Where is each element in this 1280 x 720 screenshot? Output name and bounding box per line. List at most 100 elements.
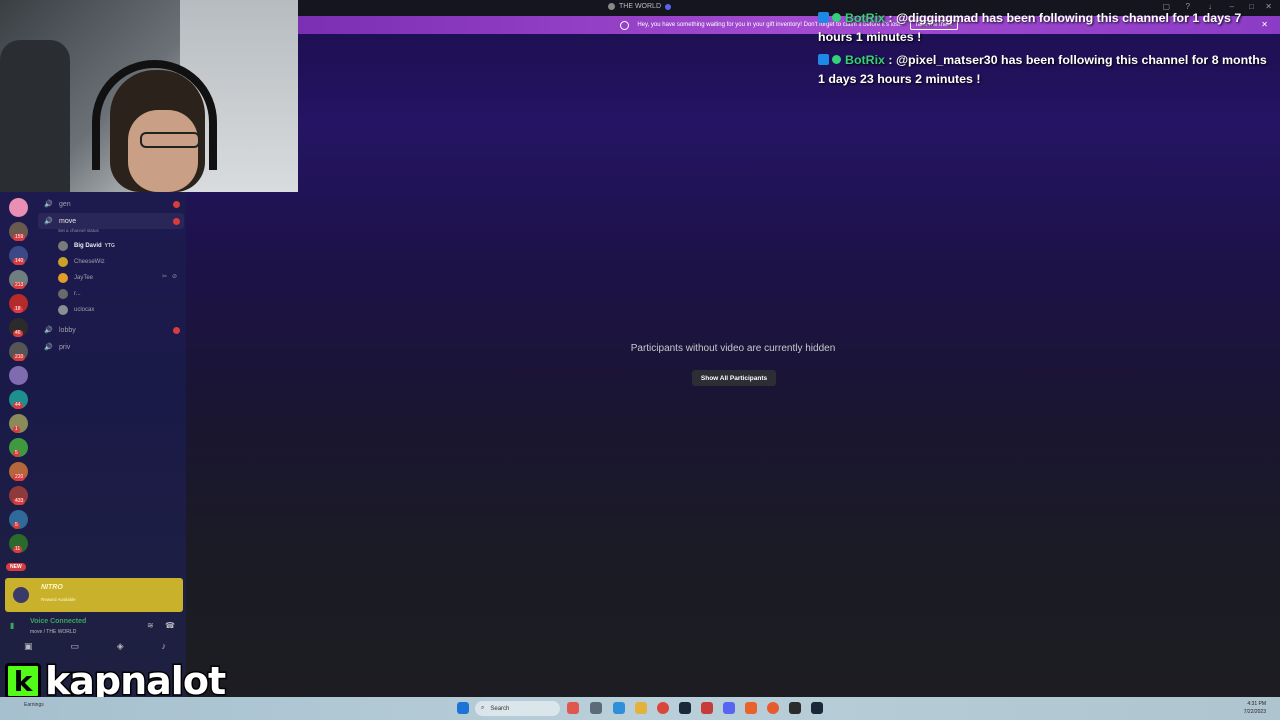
voice-tools: ▣ ▭ ◈ ♪ (10, 641, 180, 655)
chat-text: : @pixel_matser30 has been following thi… (818, 53, 1267, 86)
app-icon[interactable] (567, 702, 579, 714)
server-icon[interactable]: 18 (9, 294, 28, 313)
windows-taskbar: Earnings ⌕ Search 4:31 PM 7/22/2023 (0, 697, 1280, 720)
soundboard-icon[interactable]: ♪ (161, 641, 166, 655)
discord-icon[interactable] (723, 702, 735, 714)
signal-icon: ▮ (10, 621, 15, 630)
screen-share-icon[interactable]: ▭ (70, 641, 79, 655)
app-icon[interactable] (767, 702, 779, 714)
server-icon[interactable]: 5 (9, 510, 28, 529)
mention-count-badge: 213 (13, 282, 26, 289)
unread-badge (173, 327, 180, 334)
server-icon[interactable]: 210 (9, 342, 28, 361)
chat-username: BotRix (845, 53, 885, 67)
avatar (58, 273, 68, 283)
verified-check-icon (832, 55, 841, 64)
channel-status-hint[interactable]: Set a channel status (58, 228, 99, 233)
nitro-icon (13, 587, 29, 603)
mention-count-badge: 18 (13, 306, 23, 313)
voice-status[interactable]: Voice Connected (30, 618, 86, 625)
mention-count-badge: 11 (13, 546, 23, 553)
window-title: THE WORLD (608, 3, 671, 10)
search-label: Search (490, 705, 510, 712)
verified-icon (665, 3, 671, 10)
server-icon[interactable]: 213 (9, 270, 28, 289)
avatar (58, 289, 68, 299)
server-icon[interactable]: 140 (9, 246, 28, 265)
member-name: r... (74, 291, 81, 297)
channel-move[interactable]: 🔊 move (38, 213, 184, 229)
member-name: uclocax (74, 307, 95, 313)
muted-icon: ✂ (162, 274, 168, 280)
server-icon[interactable]: 433 (9, 486, 28, 505)
file-explorer-icon[interactable] (635, 702, 647, 714)
chat-overlay: BotRix : @diggingmad has been following … (818, 9, 1273, 93)
hidden-participants-message: Participants without video are currently… (630, 343, 836, 354)
show-all-participants-button[interactable]: Show All Participants (692, 370, 776, 386)
server-icon (608, 3, 615, 10)
verified-check-icon (832, 13, 841, 22)
mention-count-badge: 5 (13, 522, 20, 529)
channel-priv[interactable]: 🔊 priv (38, 339, 184, 355)
server-icon[interactable] (9, 198, 28, 217)
mention-count-badge: 46 (13, 330, 23, 337)
voice-location[interactable]: move / THE WORLD (30, 629, 76, 635)
voice-member[interactable]: uclocax (58, 303, 94, 317)
voice-member[interactable]: Big David YTG (58, 239, 115, 253)
edge-icon[interactable] (613, 702, 625, 714)
server-icon[interactable]: 5 (9, 438, 28, 457)
activity-icon[interactable]: ◈ (117, 641, 124, 655)
server-icon[interactable] (9, 366, 28, 385)
mention-count-badge: 433 (13, 498, 26, 505)
streamer-name: kapnalot (43, 659, 227, 703)
server-rail: 159 140 213 18 46 210 44 1 5 220 433 5 11 (0, 192, 36, 587)
server-icon[interactable]: 46 (9, 318, 28, 337)
channel-lobby[interactable]: 🔊 lobby (38, 322, 184, 338)
server-icon[interactable]: 159 (9, 222, 28, 241)
chat-message: BotRix : @pixel_matser30 has been follow… (818, 51, 1273, 89)
nitro-reward-promo[interactable]: NITRO Reward Available (5, 578, 183, 612)
clock[interactable]: 4:31 PM 7/22/2023 (1244, 700, 1266, 716)
mention-count-badge: 220 (13, 474, 26, 481)
app-icon[interactable] (701, 702, 713, 714)
member-name: Big David (74, 243, 102, 249)
voice-member[interactable]: CheeseWiz (58, 255, 105, 269)
voice-member[interactable]: JayTee (58, 271, 93, 285)
server-icon[interactable]: 1 (9, 414, 28, 433)
server-icon[interactable]: 220 (9, 462, 28, 481)
brave-icon[interactable] (745, 702, 757, 714)
window-title-text: THE WORLD (619, 3, 661, 10)
deafened-icon: ⊘ (172, 274, 178, 280)
speaker-icon: 🔊 (44, 218, 53, 225)
noise-suppression-icon[interactable]: ≋ (147, 621, 154, 630)
mention-count-badge: 159 (13, 234, 26, 241)
task-view-icon[interactable] (590, 702, 602, 714)
channel-name: priv (59, 343, 71, 351)
disconnect-icon[interactable]: ☎ (165, 621, 175, 630)
mention-count-badge: 5 (13, 450, 20, 457)
speaker-icon: 🔊 (44, 344, 53, 351)
steam-icon[interactable] (679, 702, 691, 714)
start-icon[interactable] (457, 702, 469, 714)
member-tag: YTG (104, 243, 115, 249)
bot-badge-icon (818, 12, 829, 23)
promo-subtitle: Reward Available (41, 597, 76, 602)
channel-name: lobby (59, 326, 76, 334)
unread-badge (173, 218, 180, 225)
steam-icon[interactable] (811, 702, 823, 714)
chrome-icon[interactable] (657, 702, 669, 714)
mention-count-badge: 210 (13, 354, 26, 361)
taskbar-search[interactable]: ⌕ Search (475, 701, 560, 716)
chat-username: BotRix (845, 11, 885, 25)
voice-status-panel: ▮ Voice Connected move / THE WORLD ≋ ☎ (10, 617, 185, 639)
app-icon[interactable] (789, 702, 801, 714)
channel-gen[interactable]: 🔊 gen (38, 196, 184, 212)
channel-name: gen (59, 200, 71, 208)
server-icon[interactable]: 44 (9, 390, 28, 409)
camera-icon[interactable]: ▣ (24, 641, 33, 655)
taskbar-widget-label[interactable]: Earnings (24, 702, 44, 708)
speaker-icon: 🔊 (44, 327, 53, 334)
server-icon[interactable]: 11 (9, 534, 28, 553)
avatar (58, 257, 68, 267)
voice-member[interactable]: r... (58, 287, 81, 301)
